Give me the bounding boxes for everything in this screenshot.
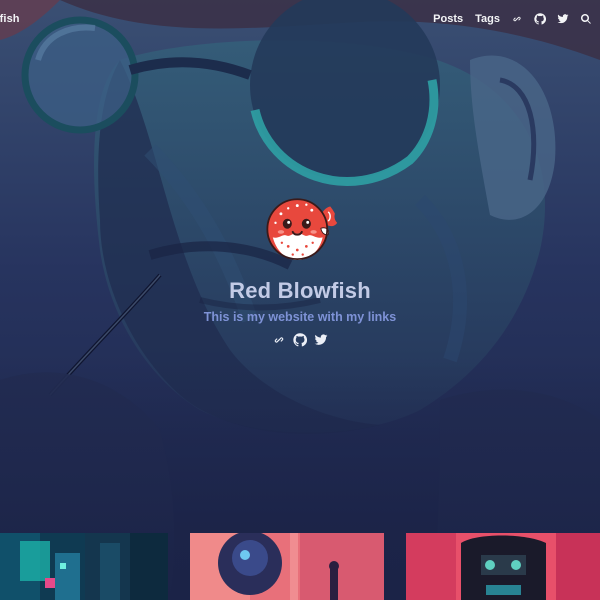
link-icon[interactable]	[510, 13, 523, 26]
recent-article-card[interactable]	[190, 533, 384, 600]
site-title-link[interactable]: wfish	[0, 13, 20, 25]
site-header: wfish Posts Tags	[0, 0, 600, 38]
blowfish-logo	[266, 198, 338, 261]
article-thumbnail	[406, 533, 600, 600]
nav-posts-link[interactable]: Posts	[433, 13, 463, 25]
twitter-icon[interactable]	[556, 13, 569, 26]
profile-headline: This is my website with my links	[203, 310, 397, 324]
recent-article-card[interactable]	[0, 533, 168, 600]
recent-article-card[interactable]	[406, 533, 600, 600]
profile-links	[271, 332, 329, 348]
profile-name: Red Blowfish	[229, 278, 371, 303]
article-thumbnail	[190, 533, 384, 600]
github-icon[interactable]	[533, 13, 546, 26]
main-nav: Posts Tags	[421, 13, 592, 26]
github-icon[interactable]	[292, 332, 308, 348]
link-icon[interactable]	[271, 332, 287, 348]
avatar	[261, 192, 339, 270]
nav-tags-link[interactable]: Tags	[475, 13, 500, 25]
twitter-icon[interactable]	[313, 332, 329, 348]
article-thumbnail	[0, 533, 168, 600]
search-icon[interactable]	[579, 13, 592, 26]
profile-section: Red Blowfish This is my website with my …	[0, 192, 600, 348]
